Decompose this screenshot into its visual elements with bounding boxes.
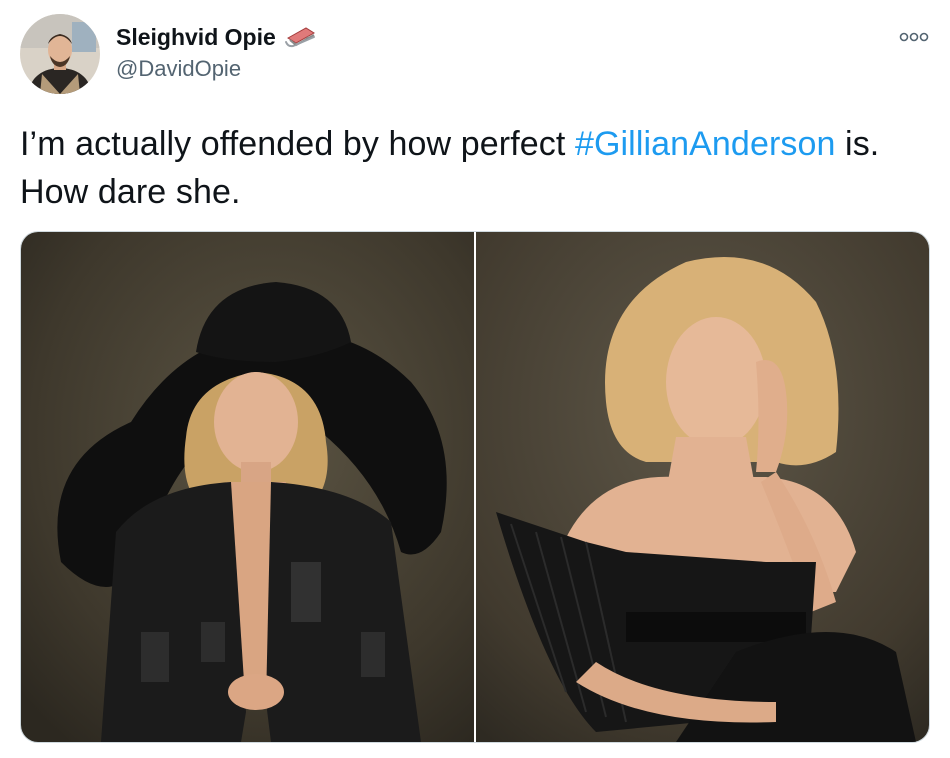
- author-display-name[interactable]: Sleighvid Opie: [116, 24, 276, 51]
- photo-right-image: [476, 232, 929, 742]
- hashtag-link[interactable]: #GillianAnderson: [575, 125, 836, 163]
- tweet-card: Sleighvid Opie @DavidOpie I’m actually o…: [0, 0, 950, 758]
- tweet-text: I’m actually offended by how perfect #Gi…: [20, 120, 930, 216]
- tweet-text-before: I’m actually offended by how perfect: [20, 125, 575, 163]
- display-name-row: Sleighvid Opie: [116, 22, 318, 52]
- avatar-photo: [20, 14, 100, 94]
- photo-left-image: [21, 232, 474, 742]
- photo-woman-pleated-strapless-top[interactable]: [476, 232, 929, 742]
- sled-icon: [284, 24, 318, 50]
- author-handle[interactable]: @DavidOpie: [116, 56, 318, 82]
- author-info: Sleighvid Opie @DavidOpie: [116, 22, 318, 82]
- photo-woman-wide-black-hat[interactable]: [21, 232, 474, 742]
- more-options-icon[interactable]: [894, 26, 934, 48]
- media-grid: [20, 231, 930, 743]
- author-avatar[interactable]: [20, 14, 100, 94]
